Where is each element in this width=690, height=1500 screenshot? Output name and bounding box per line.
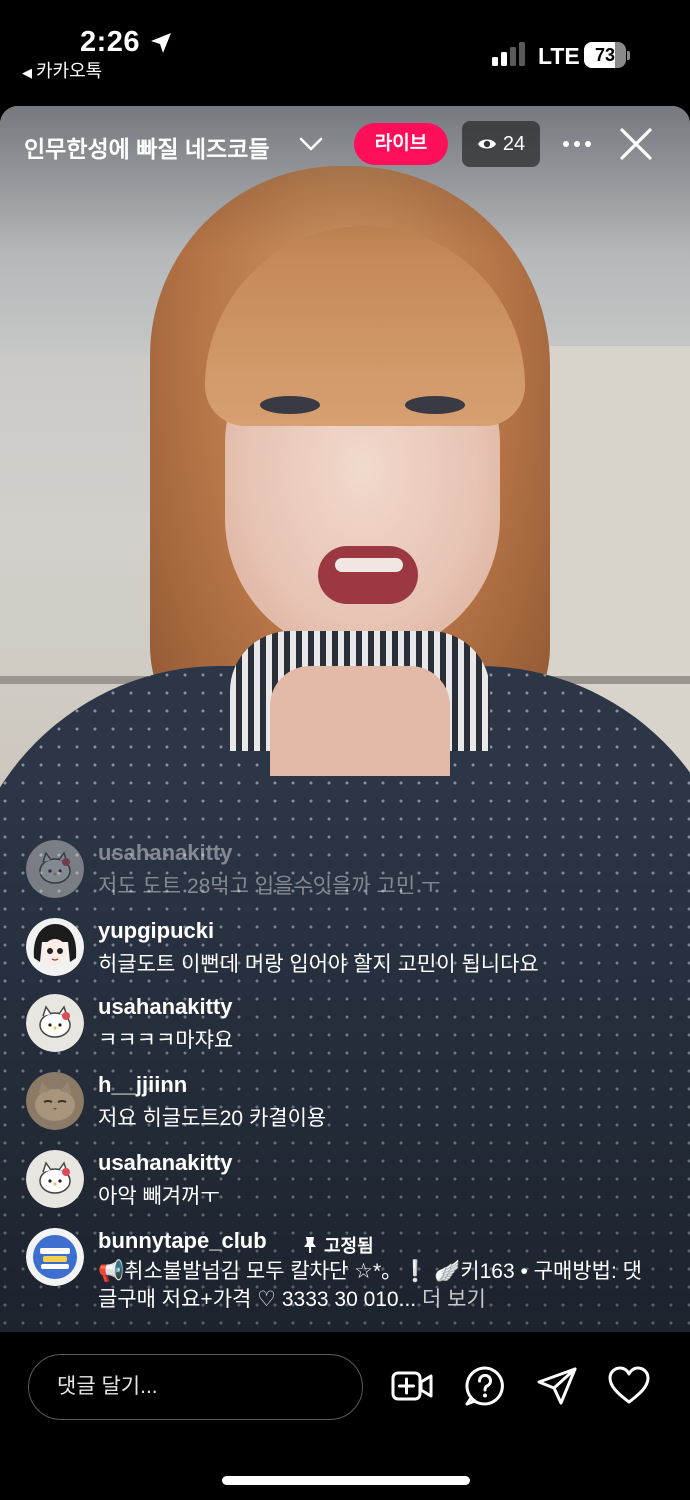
comment-text: 아악 빼겨꺼ㅜ <box>98 1185 220 1208</box>
status-bar: 2:26 ◀ 카카오톡 LTE 73 <box>0 0 690 106</box>
comment-text: 히글도트 이뻔데 머랑 입어야 할지 고민이 됩니다요 <box>98 953 539 976</box>
more-options-icon[interactable] <box>558 128 596 160</box>
add-video-guest-icon[interactable] <box>390 1364 434 1408</box>
comment-username[interactable]: yupgipucki <box>98 918 214 944</box>
see-more-link[interactable]: 더 보기 <box>422 1288 486 1311</box>
back-to-app-link[interactable]: ◀ 카카오톡 <box>22 57 102 83</box>
comment-input[interactable]: 댓글 달기... <box>28 1354 363 1420</box>
comment-text: 저도 도트 28먹고 입을수잇을까 고민 ㅜ <box>98 875 441 898</box>
bottom-action-bar: 댓글 달기... <box>0 1332 690 1500</box>
back-triangle-icon: ◀ <box>22 65 32 80</box>
live-video-stream[interactable] <box>0 106 690 1332</box>
comment-text: ㅋㅋㅋㅋ마쟈요 <box>98 1029 234 1052</box>
live-badge: 라이브 <box>354 123 448 165</box>
live-title[interactable]: 인무한성에 빠질 네즈코들 <box>24 130 292 164</box>
viewer-count-button[interactable]: 24 <box>462 121 540 167</box>
pinned-comment-body: 📢취소불발넘김 모두 칼차단 ☆*。❕ 🪽키163 • 구매방법: 댓글구매 저… <box>98 1260 642 1311</box>
bunnytape-logo-avatar[interactable] <box>26 1228 84 1286</box>
comment-username[interactable]: usahanakitty <box>98 840 233 866</box>
pinned-label: 고정됨 <box>324 1236 374 1256</box>
comment-username[interactable]: bunnytape_club <box>98 1228 267 1254</box>
battery-icon: 73 <box>584 42 630 68</box>
comment-username[interactable]: usahanakitty <box>98 994 233 1020</box>
battery-percent: 73 <box>594 45 616 65</box>
viewer-count: 24 <box>502 132 526 155</box>
hello-kitty-avatar[interactable] <box>26 840 84 898</box>
share-send-icon[interactable] <box>535 1364 579 1408</box>
pinned-indicator: 고정됨 <box>302 1232 374 1258</box>
comment-text: 저요 히글도트20 카결이용 <box>98 1107 327 1130</box>
heart-like-icon[interactable] <box>607 1364 651 1408</box>
back-app-label: 카카오톡 <box>36 61 103 81</box>
network-type: LTE <box>538 43 580 69</box>
location-arrow-icon <box>151 33 171 53</box>
chevron-down-icon[interactable] <box>298 133 324 155</box>
anime-girl-avatar[interactable] <box>26 918 84 976</box>
close-icon[interactable] <box>616 124 656 164</box>
question-icon[interactable] <box>463 1364 507 1408</box>
comment-username[interactable]: usahanakitty <box>98 1150 233 1176</box>
hello-kitty-avatar[interactable] <box>26 994 84 1052</box>
pinned-comment-text: 📢취소불발넘김 모두 칼차단 ☆*。❕ 🪽키163 • 구매방법: 댓글구매 저… <box>98 1258 658 1314</box>
comment-username[interactable]: h__jjiinn <box>98 1072 187 1098</box>
status-time: 2:26 <box>80 26 141 58</box>
cat-avatar[interactable] <box>26 1072 84 1130</box>
hello-kitty-avatar[interactable] <box>26 1150 84 1208</box>
pin-icon <box>304 1237 316 1253</box>
cellular-signal-icon <box>492 42 526 66</box>
eye-icon <box>477 139 496 149</box>
home-indicator[interactable] <box>222 1476 470 1485</box>
